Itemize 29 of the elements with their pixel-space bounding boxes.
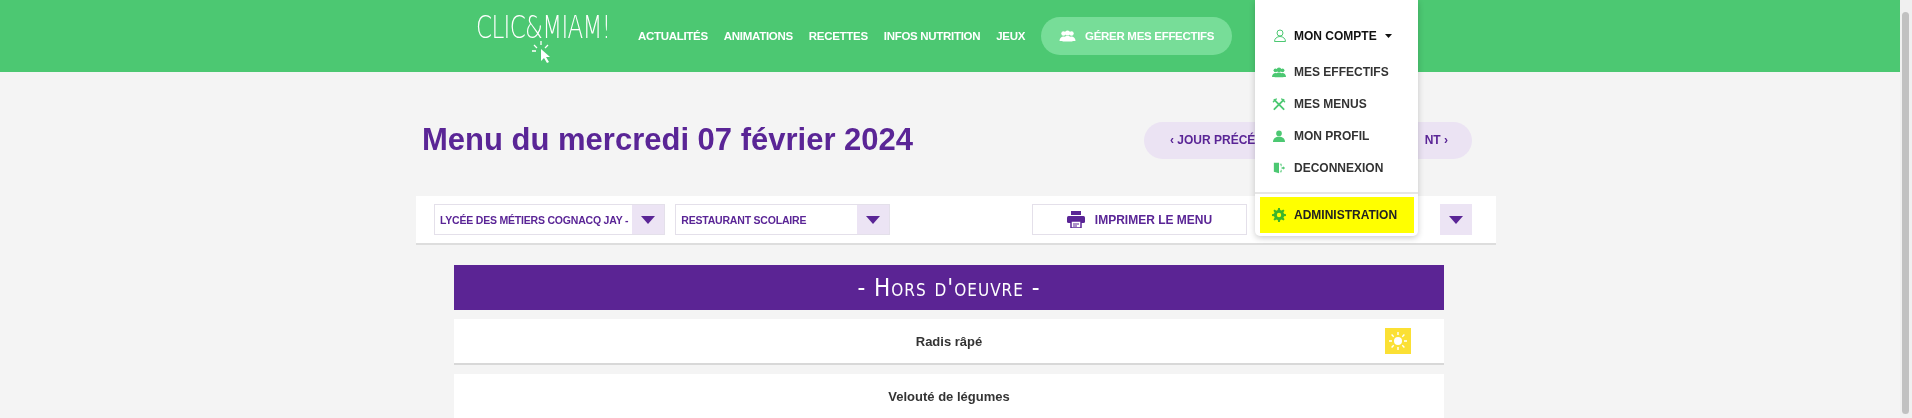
dish-name: Velouté de légumes	[888, 388, 1010, 404]
print-menu-button[interactable]: IMPRIMER LE MENU	[1032, 204, 1247, 235]
select-field[interactable]: RESTAURANT SCOLAIRE	[675, 204, 891, 235]
person-icon	[1272, 130, 1286, 142]
menu-item[interactable]: ADMINISTRATION	[1260, 197, 1414, 233]
menu-item[interactable]: MES MENUS	[1255, 88, 1418, 120]
account-menu-button[interactable]: MON COMPTE	[1255, 0, 1418, 56]
page-title: Menu du mercredi 07 février 2024	[422, 122, 914, 158]
caret-icon	[1384, 33, 1392, 38]
menu-item[interactable]: MES EFFECTIFS	[1255, 56, 1418, 88]
group-icon	[1059, 30, 1077, 42]
section-heading: - Hors d'oeuvre -	[454, 265, 1444, 310]
exit-door-icon	[1272, 162, 1286, 174]
dropdown-button[interactable]	[1440, 204, 1472, 235]
gear-icon	[1272, 208, 1286, 222]
menu-item[interactable]: MON PROFIL	[1255, 120, 1418, 152]
dropdown-arrow-icon	[641, 215, 656, 224]
previous-day-link[interactable]: ‹ JOUR PRÉCÉ	[1170, 133, 1256, 147]
menu-item[interactable]: DECONNEXION	[1255, 152, 1418, 184]
dropdown-arrow-icon	[1449, 215, 1463, 224]
next-day-link[interactable]: NT ›	[1424, 133, 1448, 147]
group-icon	[1272, 66, 1286, 78]
scrollbar-thumb[interactable]	[1902, 12, 1909, 414]
cutlery-icon	[1272, 97, 1286, 111]
dish-name: Radis râpé	[915, 333, 983, 349]
dropdown-arrow-icon	[866, 215, 881, 224]
user-outline-icon	[1274, 29, 1286, 42]
select-field[interactable]: LYCÉE DES MÉTIERS COGNACQ JAY -	[434, 204, 666, 235]
printer-icon	[1066, 211, 1085, 228]
